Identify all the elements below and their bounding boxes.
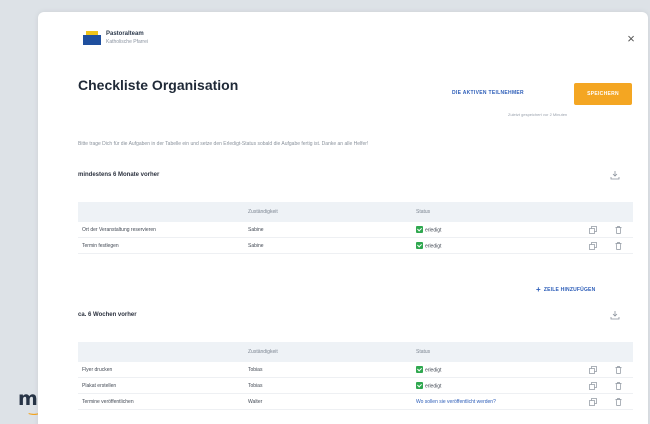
participants-button[interactable]: DIE AKTIVEN TEILNEHMER	[452, 90, 524, 96]
copy-icon[interactable]	[589, 226, 597, 234]
table-row: Ort der Veranstaltung reservieren Sabine…	[78, 222, 633, 238]
checklist-modal: × Pastoralteam Katholische Pfarrei Check…	[38, 12, 648, 424]
row-status: erledigt	[425, 227, 442, 234]
row-status: erledigt	[425, 383, 442, 390]
checkbox-checked-icon[interactable]	[416, 366, 423, 373]
add-row-button[interactable]: + ZEILE HINZUFÜGEN	[536, 284, 596, 294]
section-title: ca. 6 Wochen vorher	[78, 312, 137, 318]
download-icon[interactable]	[610, 170, 620, 180]
table-header: Zuständigkeit Status	[78, 342, 633, 362]
brand-subtitle: Katholische Pfarrei	[106, 39, 148, 45]
trash-icon[interactable]	[615, 366, 622, 374]
brand: Pastoralteam Katholische Pfarrei	[83, 30, 148, 46]
row-task[interactable]: Ort der Veranstaltung reservieren	[82, 227, 156, 233]
row-task[interactable]: Termin festlegen	[82, 243, 119, 249]
trash-icon[interactable]	[615, 226, 622, 234]
save-note: Zuletzt gespeichert vor 2 Minuten	[508, 112, 568, 117]
checkbox-checked-icon[interactable]	[416, 382, 423, 389]
row-assignee[interactable]: Sabine	[248, 243, 264, 249]
checkbox-checked-icon[interactable]	[416, 226, 423, 233]
row-status: erledigt	[425, 243, 442, 250]
row-status: erledigt	[425, 367, 442, 374]
row-assignee[interactable]: Tobias	[248, 383, 262, 389]
close-button[interactable]: ×	[624, 32, 638, 46]
brand-name: Pastoralteam	[106, 31, 144, 37]
header-status: Status	[416, 349, 431, 355]
download-icon[interactable]	[610, 310, 620, 320]
trash-icon[interactable]	[615, 242, 622, 250]
section-title: mindestens 6 Monate vorher	[78, 172, 160, 178]
trash-icon[interactable]	[615, 382, 622, 390]
checkbox-checked-icon[interactable]	[416, 242, 423, 249]
table-row: Termin festlegen Sabine erledigt	[78, 238, 633, 254]
copy-icon[interactable]	[589, 242, 597, 250]
brand-logo-icon	[83, 31, 101, 45]
table-row: Plakat erstellen Tobias erledigt	[78, 378, 633, 394]
section-table: Zuständigkeit Status Flyer drucken Tobia…	[78, 342, 633, 410]
row-status[interactable]: Wo sollen sie veröffentlicht werden?	[416, 399, 496, 405]
intro-text: Bitte trage Dich für die Aufgaben in der…	[78, 141, 369, 147]
add-row-label: ZEILE HINZUFÜGEN	[543, 287, 596, 293]
copy-icon[interactable]	[589, 398, 597, 406]
copy-icon[interactable]	[589, 366, 597, 374]
row-task[interactable]: Termine veröffentlichen	[82, 399, 134, 405]
row-assignee[interactable]: Tobias	[248, 367, 262, 373]
save-button[interactable]: SPEICHERN	[574, 83, 632, 105]
trash-icon[interactable]	[615, 398, 622, 406]
row-task[interactable]: Flyer drucken	[82, 367, 112, 373]
table-header: Zuständigkeit Status	[78, 202, 633, 222]
section-table: Zuständigkeit Status Ort der Veranstaltu…	[78, 202, 633, 254]
header-assignee: Zuständigkeit	[248, 209, 278, 215]
row-assignee[interactable]: Sabine	[248, 227, 264, 233]
header-status: Status	[416, 209, 431, 215]
row-task[interactable]: Plakat erstellen	[82, 383, 116, 389]
page-title: Checkliste Organisation	[78, 77, 239, 93]
header-assignee: Zuständigkeit	[248, 349, 278, 355]
plus-icon: +	[536, 285, 541, 294]
table-row: Termine veröffentlichen Walter Wo sollen…	[78, 394, 633, 410]
table-row: Flyer drucken Tobias erledigt	[78, 362, 633, 378]
copy-icon[interactable]	[589, 382, 597, 390]
row-assignee[interactable]: Walter	[248, 399, 262, 405]
